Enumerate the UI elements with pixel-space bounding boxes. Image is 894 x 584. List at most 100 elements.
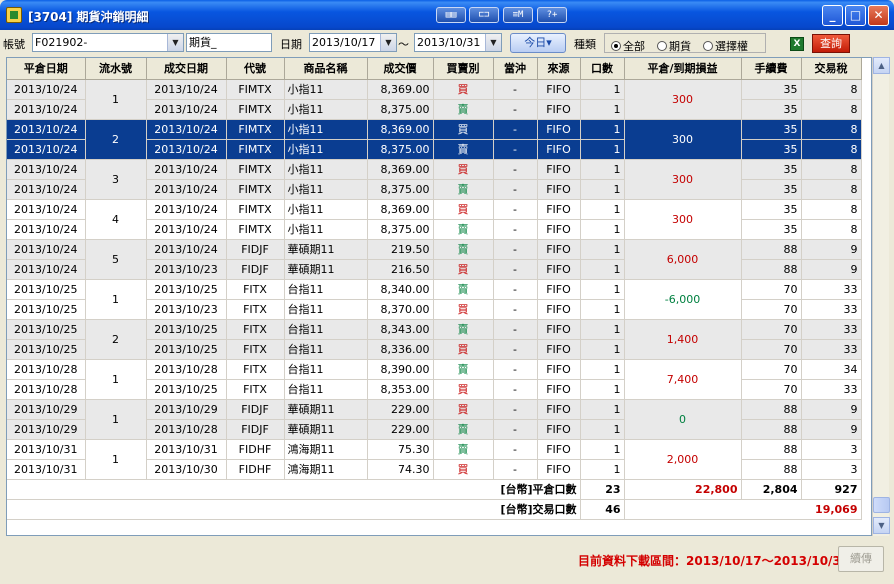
pnl-cell: 6,000 [624, 239, 742, 280]
column-header[interactable]: 交易稅 [801, 58, 862, 80]
vertical-scrollbar[interactable]: ▲ ▼ [872, 57, 890, 536]
qty-cell: 1 [580, 299, 625, 320]
column-header[interactable]: 買賣別 [433, 58, 494, 80]
help-icon[interactable]: ?+ [537, 7, 567, 23]
daytrade-cell: - [493, 119, 538, 140]
maximize-button[interactable]: □ [845, 5, 866, 26]
close-date-cell: 2013/10/25 [7, 299, 86, 320]
source-cell: FIFO [537, 119, 581, 140]
column-header[interactable]: 代號 [226, 58, 285, 80]
table-row[interactable]: 2013/10/25 1 2013/10/25 FITX 台指11 8,340.00 賣 - F… [7, 279, 862, 320]
table-row[interactable]: 2013/10/24 2 2013/10/24 FIMTX 小指11 8,369.00 買 -… [7, 119, 862, 160]
type-input[interactable]: 期貨_ [186, 33, 272, 52]
account-select[interactable]: F021902- ▼ [32, 33, 184, 52]
trade-date-cell: 2013/10/24 [146, 139, 227, 160]
trade-date-cell: 2013/10/24 [146, 199, 227, 220]
trade-date-cell: 2013/10/28 [146, 359, 227, 380]
chevron-down-icon[interactable]: ▼ [167, 34, 183, 51]
column-header[interactable]: 當沖 [493, 58, 538, 80]
price-cell: 216.50 [367, 259, 434, 280]
chevron-down-icon[interactable]: ▼ [380, 34, 396, 51]
daytrade-cell: - [493, 399, 538, 420]
minimize-button[interactable]: _ [822, 5, 843, 26]
column-header[interactable]: 成交日期 [146, 58, 227, 80]
table-row[interactable]: 2013/10/24 3 2013/10/24 FIMTX 小指11 8,369.00 買 -… [7, 159, 862, 200]
radio-futures[interactable]: 期貨 [657, 38, 691, 54]
table-row[interactable]: 2013/10/31 1 2013/10/31 FIDHF 鴻海期11 75.30 賣 - FI… [7, 439, 862, 480]
trade-date-cell: 2013/10/24 [146, 119, 227, 140]
trade-date-cell: 2013/10/24 [146, 219, 227, 240]
fee-cell: 35 [741, 199, 802, 220]
radio-all[interactable]: 全部 [611, 38, 645, 54]
table-row[interactable]: 2013/10/25 2 2013/10/25 FITX 台指11 8,343.00 賣 - F… [7, 319, 862, 360]
column-header[interactable]: 口數 [580, 58, 625, 80]
fee-cell: 35 [741, 159, 802, 180]
scroll-down-icon[interactable]: ▼ [873, 517, 890, 534]
table-row[interactable]: 2013/10/28 1 2013/10/28 FITX 台指11 8,390.00 賣 - F… [7, 359, 862, 400]
table-row[interactable]: 2013/10/24 5 2013/10/24 FIDJF 華碩期11 219.50 賣 - F… [7, 239, 862, 280]
symbol-cell: FITX [226, 279, 285, 300]
column-header[interactable]: 平倉日期 [7, 58, 86, 80]
daytrade-cell: - [493, 299, 538, 320]
scroll-thumb[interactable] [873, 497, 890, 513]
tilde-separator: ～ [398, 38, 409, 51]
column-header[interactable]: 平倉/到期損益 [624, 58, 742, 80]
column-header[interactable]: 來源 [537, 58, 581, 80]
table-row[interactable]: 2013/10/24 1 2013/10/24 FIMTX 小指11 8,369.00 買 -… [7, 79, 862, 120]
column-header[interactable]: 商品名稱 [284, 58, 368, 80]
buy-sell-cell: 賣 [433, 139, 494, 160]
symbol-cell: FIMTX [226, 119, 285, 140]
query-button[interactable]: 查詢 [812, 34, 850, 53]
window-icon[interactable]: ⊏⊐ [469, 7, 499, 23]
qty-cell: 1 [580, 399, 625, 420]
product-name-cell: 華碩期11 [284, 259, 368, 280]
today-button[interactable]: 今日▾ [510, 33, 566, 53]
tax-cell: 3 [801, 459, 862, 480]
continue-button[interactable]: 續傳 [838, 546, 884, 572]
source-cell: FIFO [537, 199, 581, 220]
table-row[interactable]: 2013/10/24 4 2013/10/24 FIMTX 小指11 8,369.00 買 -… [7, 199, 862, 240]
product-name-cell: 台指11 [284, 319, 368, 340]
close-qty-label: [台幣]平倉口數 [7, 479, 581, 500]
tax-cell: 8 [801, 99, 862, 120]
product-name-cell: 小指11 [284, 139, 368, 160]
chevron-down-icon[interactable]: ▼ [485, 34, 501, 51]
date-to-picker[interactable]: 2013/10/31 ▼ [414, 33, 502, 52]
table-row[interactable]: 2013/10/29 1 2013/10/29 FIDJF 華碩期11 229.00 買 - F… [7, 399, 862, 440]
close-button[interactable]: ✕ [868, 5, 889, 26]
excel-export-icon[interactable]: X [790, 37, 804, 51]
source-cell: FIFO [537, 339, 581, 360]
qty-cell: 1 [580, 339, 625, 360]
scroll-up-icon[interactable]: ▲ [873, 57, 890, 74]
pnl-cell: 0 [624, 399, 742, 440]
fee-cell: 88 [741, 419, 802, 440]
qty-cell: 1 [580, 459, 625, 480]
serial-cell: 1 [85, 359, 147, 400]
symbol-cell: FIDJF [226, 239, 285, 260]
daytrade-cell: - [493, 359, 538, 380]
source-cell: FIFO [537, 159, 581, 180]
buy-sell-cell: 賣 [433, 179, 494, 200]
trade-date-cell: 2013/10/30 [146, 459, 227, 480]
buy-sell-cell: 買 [433, 339, 494, 360]
menu-icon[interactable]: ≡M [503, 7, 533, 23]
buy-sell-cell: 賣 [433, 219, 494, 240]
pnl-cell: 300 [624, 199, 742, 240]
layout-icon[interactable]: ▤▤ [436, 7, 466, 23]
price-cell: 219.50 [367, 239, 434, 260]
close-date-cell: 2013/10/28 [7, 359, 86, 380]
fee-cell: 88 [741, 259, 802, 280]
type-value: 期貨_ [189, 36, 217, 49]
radio-options[interactable]: 選擇權 [703, 38, 748, 54]
product-name-cell: 小指11 [284, 219, 368, 240]
qty-cell: 1 [580, 99, 625, 120]
date-from-picker[interactable]: 2013/10/17 ▼ [309, 33, 397, 52]
column-header[interactable]: 手續費 [741, 58, 802, 80]
daytrade-cell: - [493, 79, 538, 100]
symbol-cell: FIMTX [226, 159, 285, 180]
source-cell: FIFO [537, 279, 581, 300]
detail-grid: 平倉日期 流水號 成交日期 代號 商品名稱 成交價 買賣別 當沖 來源 口數 平倉/到期損益 手續費交… [6, 57, 872, 536]
trade-date-cell: 2013/10/23 [146, 259, 227, 280]
column-header[interactable]: 流水號 [85, 58, 147, 80]
column-header[interactable]: 成交價 [367, 58, 434, 80]
